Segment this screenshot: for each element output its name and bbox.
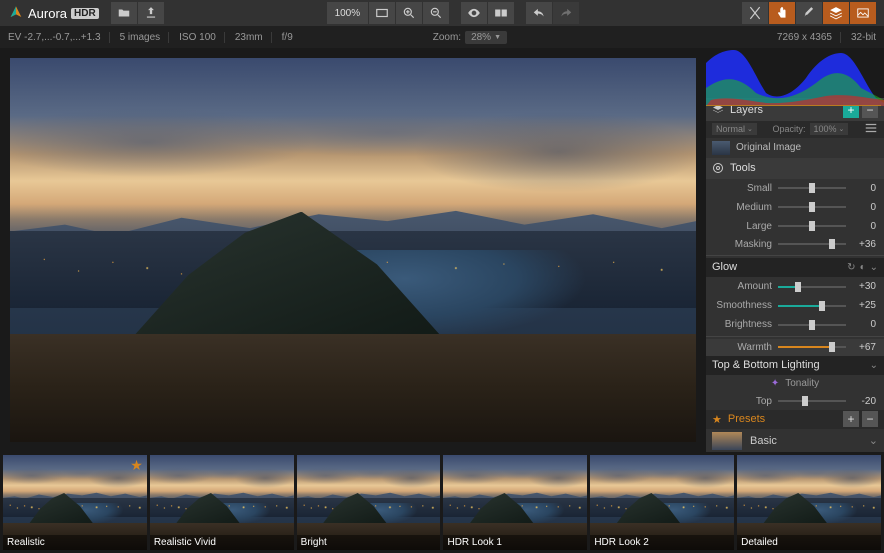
zoom-dropdown[interactable]: 28%▼: [465, 31, 507, 44]
preset-filmstrip: ★ Realistic Realistic Vivid Bright HDR L…: [0, 452, 884, 553]
open-button[interactable]: [111, 2, 137, 24]
layer-name: Original Image: [736, 142, 801, 153]
amount-slider[interactable]: Amount +30: [706, 277, 884, 296]
export-button[interactable]: [138, 2, 164, 24]
preview-button[interactable]: [461, 2, 487, 24]
hand-button[interactable]: [769, 2, 795, 24]
reset-icon[interactable]: ↻: [847, 262, 855, 273]
info-bar: EV -2.7,...-0.7,...+1.3 5 images ISO 100…: [0, 26, 884, 48]
preset-hdr look 1[interactable]: HDR Look 1: [443, 455, 587, 550]
zoom-label: Zoom:: [433, 32, 461, 43]
tools-icon: [712, 162, 724, 174]
category-thumb: [712, 432, 742, 450]
masking-slider[interactable]: Masking +36: [706, 236, 884, 253]
toggle-icon[interactable]: ◐: [860, 262, 866, 273]
main-photo: [10, 58, 696, 442]
app-tag: HDR: [71, 8, 99, 19]
top-slider[interactable]: Top -20: [706, 393, 884, 410]
chevron-down-icon: ⌄: [869, 434, 878, 447]
chevron-down-icon[interactable]: ⌄: [870, 360, 878, 371]
warmth-slider[interactable]: Warmth +67: [706, 339, 884, 356]
redo-button[interactable]: [553, 2, 579, 24]
presets-header: ★ Presets + −: [706, 410, 884, 429]
preset-bright[interactable]: Bright: [297, 455, 441, 550]
preset-label: Realistic: [3, 535, 147, 550]
category-name: Basic: [750, 435, 777, 447]
image-tab-button[interactable]: [850, 2, 876, 24]
layer-options: Normal⌄ Opacity: 100%⌄: [706, 121, 884, 139]
preset-label: Realistic Vivid: [150, 535, 294, 550]
medium-slider[interactable]: Medium 0: [706, 198, 884, 217]
layer-original[interactable]: Original Image: [706, 138, 884, 157]
top-toolbar: Aurora HDR 100%: [0, 0, 884, 26]
ev-info: EV -2.7,...-0.7,...+1.3: [8, 32, 110, 43]
preset-hdr look 2[interactable]: HDR Look 2: [590, 455, 734, 550]
compare-button[interactable]: [488, 2, 514, 24]
tools-panel-header[interactable]: Tools: [706, 158, 884, 179]
brush-button[interactable]: [796, 2, 822, 24]
preset-category-row[interactable]: Basic ⌄: [706, 429, 884, 452]
opacity-label: Opacity:: [772, 124, 805, 134]
histogram[interactable]: [706, 48, 884, 99]
bitdepth-info: 32-bit: [851, 32, 876, 43]
layer-thumb: [712, 141, 730, 155]
app-logo: Aurora HDR: [8, 5, 99, 21]
layers-tab-button[interactable]: [823, 2, 849, 24]
focal-info: 23mm: [235, 32, 272, 43]
iso-info: ISO 100: [179, 32, 225, 43]
remove-preset-button[interactable]: −: [862, 411, 878, 427]
tonality-label: Tonality: [785, 378, 819, 389]
zoom-out-button[interactable]: [423, 2, 449, 24]
tb-lighting-title: Top & Bottom Lighting: [712, 359, 820, 371]
presets-title: Presets: [728, 413, 765, 425]
zoom-in-button[interactable]: [396, 2, 422, 24]
fit-button[interactable]: [369, 2, 395, 24]
dimensions-info: 7269 x 4365: [777, 32, 841, 43]
preset-label: Detailed: [737, 535, 881, 550]
preset-label: Bright: [297, 535, 441, 550]
add-preset-button[interactable]: +: [843, 411, 859, 427]
zoom-100-button[interactable]: 100%: [327, 2, 369, 24]
logo-icon: [8, 5, 24, 21]
chevron-down-icon[interactable]: ⌄: [870, 262, 878, 273]
image-canvas[interactable]: [0, 48, 706, 452]
layer-menu-button[interactable]: [864, 121, 878, 137]
glow-section-header[interactable]: Glow ↻ ◐ ⌄: [706, 258, 884, 277]
right-sidebar: Layers + − Normal⌄ Opacity: 100%⌄ Origin…: [706, 48, 884, 452]
preset-label: HDR Look 1: [443, 535, 587, 550]
preset-realistic vivid[interactable]: Realistic Vivid: [150, 455, 294, 550]
tonality-icon: ✦: [771, 378, 779, 389]
crop-button[interactable]: [742, 2, 768, 24]
app-name: Aurora: [28, 6, 67, 21]
star-icon: ★: [130, 457, 143, 474]
large-slider[interactable]: Large 0: [706, 217, 884, 236]
brightness-slider[interactable]: Brightness 0: [706, 315, 884, 334]
undo-button[interactable]: [526, 2, 552, 24]
small-slider[interactable]: Small 0: [706, 179, 884, 198]
tb-lighting-header[interactable]: Top & Bottom Lighting ⌄: [706, 356, 884, 375]
star-icon: ★: [712, 413, 722, 426]
images-count: 5 images: [120, 32, 170, 43]
glow-title: Glow: [712, 261, 737, 273]
aperture-info: f/9: [282, 32, 293, 43]
opacity-dropdown[interactable]: 100%⌄: [810, 123, 849, 135]
preset-label: HDR Look 2: [590, 535, 734, 550]
tonality-row[interactable]: ✦ Tonality: [706, 375, 884, 393]
blend-mode-dropdown[interactable]: Normal⌄: [712, 123, 757, 135]
smoothness-slider[interactable]: Smoothness +25: [706, 296, 884, 315]
preset-detailed[interactable]: Detailed: [737, 455, 881, 550]
preset-realistic[interactable]: ★ Realistic: [3, 455, 147, 550]
tools-title: Tools: [730, 162, 756, 174]
